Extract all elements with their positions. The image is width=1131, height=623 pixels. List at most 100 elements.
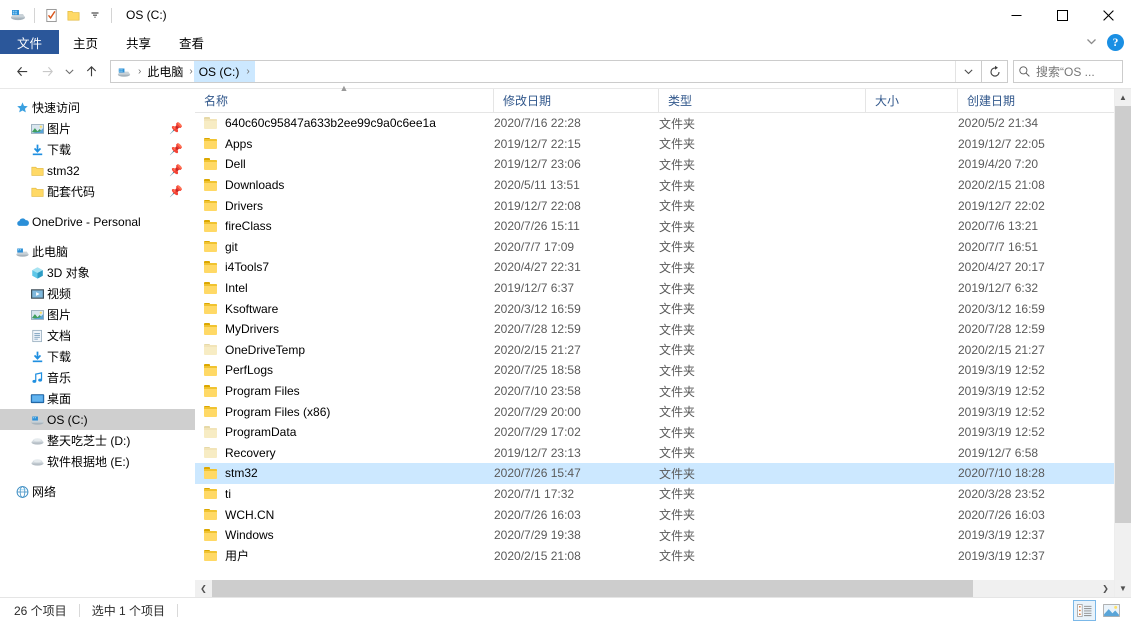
file-name: stm32 [225, 466, 258, 481]
recent-locations-button[interactable] [60, 59, 79, 84]
address-bar[interactable]: › 此电脑 › OS (C:) › [110, 60, 982, 83]
column-header-date-created[interactable]: 创建日期 [958, 89, 1114, 112]
folder-icon [204, 385, 218, 397]
large-icons-view-button[interactable] [1100, 600, 1123, 621]
column-headers: 名称 ▲ 修改日期 类型 大小 创建日期 [195, 84, 1114, 113]
table-row[interactable]: Program Files (x86) 2020/7/29 20:00 文件夹 201… [195, 401, 1114, 422]
table-row[interactable]: PerfLogs 2020/7/25 18:58 文件夹 2019/3/19 12:5… [195, 360, 1114, 381]
cell-type: 文件夹 [659, 466, 696, 481]
table-row[interactable]: git 2020/7/7 17:09 文件夹 2020/7/7 16:51 [195, 237, 1114, 258]
sidebar-item-[interactable]: 下载 📌 [0, 139, 195, 160]
cell-name: Windows [195, 528, 494, 542]
close-button[interactable] [1085, 0, 1131, 30]
table-row[interactable]: stm32 2020/7/26 15:47 文件夹 2020/7/10 18:28 [195, 463, 1114, 484]
back-button[interactable] [10, 59, 35, 84]
file-name: ti [225, 486, 231, 501]
table-row[interactable]: Apps 2019/12/7 22:15 文件夹 2019/12/7 22:05 [195, 134, 1114, 155]
folder-icon [204, 282, 218, 294]
scroll-down-icon[interactable]: ▼ [1115, 580, 1131, 597]
new-folder-icon[interactable] [62, 4, 84, 26]
tab-home[interactable]: 主页 [59, 30, 112, 54]
table-row[interactable]: Program Files 2020/7/10 23:58 文件夹 2019/3/19… [195, 381, 1114, 402]
cell-type: 文件夹 [659, 281, 696, 296]
pin-icon[interactable]: 📌 [169, 122, 183, 135]
tab-view[interactable]: 查看 [165, 30, 218, 54]
column-header-name[interactable]: 名称 ▲ [195, 84, 494, 112]
maximize-button[interactable] [1039, 0, 1085, 30]
breadcrumb-item-os-c[interactable]: OS (C:) [193, 61, 245, 82]
cell-name: Drivers [195, 199, 494, 213]
table-row[interactable]: 用户 2020/2/15 21:08 文件夹 2019/3/19 12:37 [195, 545, 1114, 566]
properties-icon[interactable] [40, 4, 62, 26]
up-button[interactable] [79, 59, 104, 84]
table-row[interactable]: ti 2020/7/1 17:32 文件夹 2020/3/28 23:52 [195, 484, 1114, 505]
column-header-size[interactable]: 大小 [866, 89, 958, 112]
sidebar-item-d[interactable]: 整天吃芝士 (D:) [0, 430, 195, 451]
breadcrumb-computer-icon[interactable] [111, 61, 137, 82]
sidebar-item-3d[interactable]: 3D 对象 [0, 262, 195, 283]
sidebar-item-[interactable]: 此电脑 [0, 241, 195, 262]
sidebar-item-[interactable]: 文档 [0, 325, 195, 346]
breadcrumb-item-this-pc[interactable]: 此电脑 [142, 61, 188, 82]
table-row[interactable]: i4Tools7 2020/4/27 22:31 文件夹 2020/4/27 20:1… [195, 257, 1114, 278]
cell-name: ProgramData [195, 425, 494, 439]
pin-icon[interactable]: 📌 [169, 185, 183, 198]
table-row[interactable]: Ksoftware 2020/3/12 16:59 文件夹 2020/3/12 16:… [195, 298, 1114, 319]
window-controls [993, 0, 1131, 30]
scroll-left-icon[interactable]: ❮ [195, 580, 212, 597]
pin-icon[interactable]: 📌 [169, 143, 183, 156]
table-row[interactable]: Recovery 2019/12/7 23:13 文件夹 2019/12/7 6:58 [195, 443, 1114, 464]
cell-date-modified: 2020/2/15 21:27 [494, 342, 581, 357]
tab-share[interactable]: 共享 [112, 30, 165, 54]
chevron-down-icon[interactable] [955, 61, 981, 82]
hscroll-thumb[interactable] [212, 580, 974, 597]
table-row[interactable]: Dell 2019/12/7 23:06 文件夹 2019/4/20 7:20 [195, 154, 1114, 175]
column-header-date-modified[interactable]: 修改日期 [494, 89, 659, 112]
table-row[interactable]: 640c60c95847a633b2ee99c9a0c6ee1a 2020/7/1… [195, 113, 1114, 134]
tab-file[interactable]: 文件 [0, 30, 60, 54]
table-row[interactable]: MyDrivers 2020/7/28 12:59 文件夹 2020/7/28 12:… [195, 319, 1114, 340]
sidebar-item-stm32[interactable]: stm32 📌 [0, 160, 195, 181]
pin-icon[interactable]: 📌 [169, 164, 183, 177]
folder-icon [204, 508, 218, 521]
sidebar-item-[interactable]: 快速访问 [0, 97, 195, 118]
scroll-right-icon[interactable]: ❯ [1097, 580, 1114, 597]
help-button[interactable]: ? [1107, 34, 1124, 51]
sidebar-item-[interactable]: 图片 [0, 304, 195, 325]
hscroll-track[interactable] [212, 580, 1097, 597]
sidebar-item-[interactable]: 图片 📌 [0, 118, 195, 139]
sidebar-item-[interactable]: 网络 [0, 481, 195, 502]
scroll-up-icon[interactable]: ▲ [1115, 89, 1131, 106]
horizontal-scrollbar[interactable]: ❮ ❯ [195, 580, 1114, 597]
table-row[interactable]: fireClass 2020/7/26 15:11 文件夹 2020/7/6 13:2… [195, 216, 1114, 237]
sidebar-item-[interactable]: 配套代码 📌 [0, 181, 195, 202]
table-row[interactable]: Windows 2020/7/29 19:38 文件夹 2019/3/19 12:37 [195, 525, 1114, 546]
sidebar-item-[interactable]: 音乐 [0, 367, 195, 388]
sidebar-item-onedrive-personal[interactable]: OneDrive - Personal [0, 211, 195, 232]
minimize-button[interactable] [993, 0, 1039, 30]
table-row[interactable]: Intel 2019/12/7 6:37 文件夹 2019/12/7 6:32 [195, 278, 1114, 299]
details-view-button[interactable] [1073, 600, 1096, 621]
breadcrumb-separator-2[interactable]: › [244, 61, 255, 82]
table-row[interactable]: Downloads 2020/5/11 13:51 文件夹 2020/2/15 21:… [195, 175, 1114, 196]
chevron-down-icon[interactable] [1085, 35, 1098, 51]
sidebar-item-label: 图片 [47, 308, 72, 322]
chevron-down-icon[interactable] [84, 4, 106, 26]
search-input[interactable]: 搜索“OS ... [1013, 60, 1123, 83]
table-row[interactable]: Drivers 2019/12/7 22:08 文件夹 2019/12/7 22:02 [195, 195, 1114, 216]
column-header-type[interactable]: 类型 [659, 89, 866, 112]
sidebar-item-[interactable]: 视频 [0, 283, 195, 304]
vscroll-thumb[interactable] [1115, 106, 1131, 524]
sidebar-item-[interactable]: 下载 [0, 346, 195, 367]
table-row[interactable]: OneDriveTemp 2020/2/15 21:27 文件夹 2020/2/15 … [195, 340, 1114, 361]
table-row[interactable]: ProgramData 2020/7/29 17:02 文件夹 2019/3/19 1… [195, 422, 1114, 443]
sidebar-item-[interactable]: 桌面 [0, 388, 195, 409]
vscroll-track[interactable] [1115, 106, 1131, 580]
sidebar-item-e[interactable]: 软件根据地 (E:) [0, 451, 195, 472]
sidebar-item-os-c[interactable]: OS (C:) [0, 409, 195, 430]
vertical-scrollbar[interactable]: ▲ ▼ [1114, 89, 1131, 597]
table-row[interactable]: WCH.CN 2020/7/26 16:03 文件夹 2020/7/26 16:03 [195, 504, 1114, 525]
forward-button[interactable] [35, 59, 60, 84]
refresh-button[interactable] [982, 60, 1008, 83]
cell-type: 文件夹 [659, 260, 696, 275]
